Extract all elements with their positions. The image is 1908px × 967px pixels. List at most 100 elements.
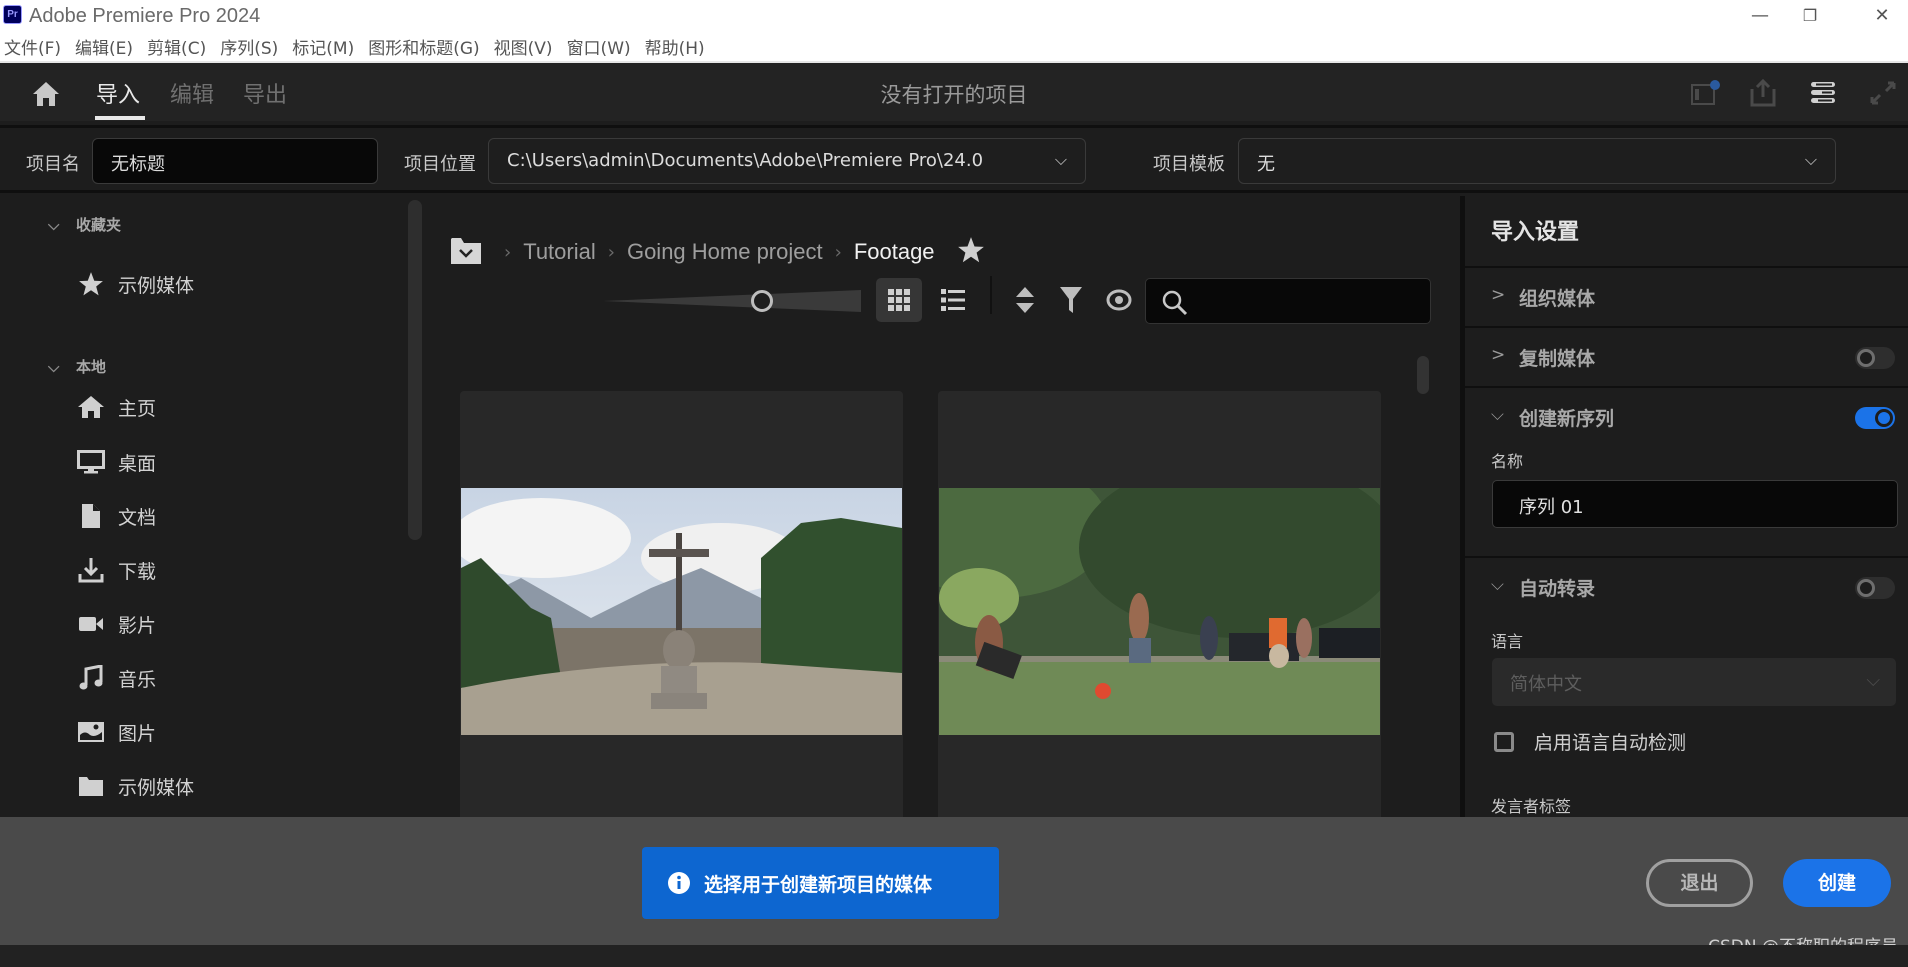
toggle-knob xyxy=(1857,579,1875,597)
breadcrumb-footage[interactable]: Footage xyxy=(854,239,935,265)
media-card-cross[interactable] xyxy=(460,391,903,817)
menu-markers[interactable]: 标记(M) xyxy=(292,34,354,59)
speaker-labels-label: 发言者标签 xyxy=(1491,797,1572,816)
video-camera-icon xyxy=(76,610,106,638)
sidebar-item-sample-media[interactable]: 示例媒体 xyxy=(76,770,194,802)
sidebar-item-label: 示例媒体 xyxy=(118,274,195,297)
menu-help[interactable]: 帮助(H) xyxy=(645,34,705,59)
slider-handle[interactable] xyxy=(751,290,773,312)
close-button[interactable]: ✕ xyxy=(1852,0,1908,32)
create-sequence-toggle[interactable] xyxy=(1855,407,1895,429)
section-organize-media[interactable]: > 组织媒体 xyxy=(1465,266,1908,326)
quick-export-button[interactable] xyxy=(1690,79,1720,107)
sidebar-item-desktop[interactable]: 桌面 xyxy=(76,446,156,478)
folder-dropdown-icon xyxy=(451,238,481,264)
thumbnail-size-slider[interactable] xyxy=(603,284,863,318)
menu-view[interactable]: 视图(V) xyxy=(494,34,553,59)
exit-button[interactable]: 退出 xyxy=(1646,859,1753,907)
menu-file[interactable]: 文件(F) xyxy=(4,34,61,59)
sidebar-item-label: 图片 xyxy=(118,722,157,745)
menu-sequence[interactable]: 序列(S) xyxy=(220,34,278,59)
favorite-star-button[interactable] xyxy=(957,236,985,268)
favorites-section-header[interactable]: ⌵ 收藏夹 xyxy=(48,214,121,235)
project-location-value: C:\Users\admin\Documents\Adobe\Premiere … xyxy=(507,150,984,171)
sort-button[interactable] xyxy=(1002,278,1048,322)
filter-button[interactable] xyxy=(1048,278,1094,322)
sidebar-item-movies[interactable]: 影片 xyxy=(76,608,156,640)
breadcrumb-going-home-project[interactable]: Going Home project xyxy=(627,239,823,265)
section-auto-transcribe: ⌵ 自动转录 语言 简体中文 ⌵ 启用语言自动检测 发言者标签 xyxy=(1465,556,1908,817)
location-sidebar: ⌵ 收藏夹 示例媒体 ⌵ 本地 主页 桌面 文档 下载 影片 音乐 图片 示例媒体 xyxy=(0,196,420,817)
sidebar-item-label: 主页 xyxy=(118,397,157,420)
folder-menu-button[interactable] xyxy=(450,235,482,269)
sort-icon xyxy=(1016,287,1034,313)
chevron-down-icon[interactable]: ⌵ xyxy=(1491,405,1504,425)
chevron-down-icon: ⌵ xyxy=(1054,150,1067,169)
language-dropdown[interactable]: 简体中文 ⌵ xyxy=(1492,658,1896,706)
chevron-right-icon: > xyxy=(1491,285,1506,305)
sidebar-item-downloads[interactable]: 下载 xyxy=(76,554,156,586)
menu-clip[interactable]: 剪辑(C) xyxy=(147,34,206,59)
music-note-icon xyxy=(76,664,106,692)
star-icon xyxy=(76,270,106,298)
sidebar-item-home[interactable]: 主页 xyxy=(76,391,156,423)
project-template-label: 项目模板 xyxy=(1153,154,1225,175)
share-button[interactable] xyxy=(1748,78,1778,107)
menu-graphics[interactable]: 图形和标题(G) xyxy=(368,34,479,59)
footer-bar: 选择用于创建新项目的媒体 退出 创建 CSDN @不称职的程序员 xyxy=(0,817,1908,957)
project-name-input[interactable]: 无标题 xyxy=(92,138,378,184)
browser-scrollbar[interactable] xyxy=(1417,356,1429,394)
sidebar-item-label: 桌面 xyxy=(118,452,157,475)
premiere-logo-icon: Pr xyxy=(3,5,22,24)
info-icon xyxy=(668,872,690,894)
project-name-value: 无标题 xyxy=(111,154,165,175)
local-section-header[interactable]: ⌵ 本地 xyxy=(48,356,106,377)
image-icon xyxy=(76,718,106,746)
auto-detect-language-option[interactable]: 启用语言自动检测 xyxy=(1494,728,1686,755)
fullscreen-button[interactable] xyxy=(1868,79,1898,107)
create-button[interactable]: 创建 xyxy=(1783,859,1891,907)
media-card-soccer[interactable] xyxy=(938,391,1381,817)
project-location-dropdown[interactable]: C:\Users\admin\Documents\Adobe\Premiere … xyxy=(488,138,1086,184)
sidebar-item-documents[interactable]: 文档 xyxy=(76,500,156,532)
active-tab-indicator xyxy=(95,116,145,120)
share-icon xyxy=(1750,78,1776,107)
section-label: 复制媒体 xyxy=(1519,348,1596,370)
breadcrumb-tutorial[interactable]: Tutorial xyxy=(523,239,596,265)
breadcrumb: › Tutorial › Going Home project › Footag… xyxy=(450,232,985,272)
eye-icon xyxy=(1106,289,1132,311)
sequence-name-value: 序列 01 xyxy=(1519,497,1584,518)
folder-icon xyxy=(76,772,106,800)
menu-edit[interactable]: 编辑(E) xyxy=(75,34,133,59)
grid-view-button[interactable] xyxy=(876,278,922,322)
restore-button[interactable]: ❐ xyxy=(1780,0,1840,32)
copy-media-toggle[interactable] xyxy=(1855,347,1895,369)
sequence-name-input[interactable]: 序列 01 xyxy=(1492,480,1898,528)
toggle-knob xyxy=(1857,349,1875,367)
project-template-dropdown[interactable]: 无 ⌵ xyxy=(1238,138,1836,184)
media-browser: › Tutorial › Going Home project › Footag… xyxy=(425,196,1460,817)
menu-window[interactable]: 窗口(W) xyxy=(567,34,631,59)
sequence-name-label: 名称 xyxy=(1491,452,1524,471)
section-copy-media[interactable]: > 复制媒体 xyxy=(1465,326,1908,386)
sidebar-item-sample-media-favorite[interactable]: 示例媒体 xyxy=(76,268,194,300)
sidebar-item-music[interactable]: 音乐 xyxy=(76,662,156,694)
document-icon xyxy=(76,502,106,530)
fullscreen-icon xyxy=(1870,81,1896,105)
auto-transcribe-toggle[interactable] xyxy=(1855,577,1895,599)
view-options-button[interactable] xyxy=(1096,278,1142,322)
sidebar-scrollbar[interactable] xyxy=(408,200,422,540)
project-status-title: 没有打开的项目 xyxy=(880,83,1028,107)
workspaces-button[interactable] xyxy=(1808,79,1838,107)
list-view-icon xyxy=(941,289,965,311)
language-value: 简体中文 xyxy=(1510,674,1582,695)
auto-detect-checkbox[interactable] xyxy=(1494,731,1514,752)
sidebar-item-pictures[interactable]: 图片 xyxy=(76,716,156,748)
chevron-down-icon[interactable]: ⌵ xyxy=(1491,575,1504,595)
sidebar-item-label: 下载 xyxy=(118,560,157,583)
sidebar-item-label: 影片 xyxy=(118,614,157,637)
bottom-strip xyxy=(0,945,1908,967)
local-header-label: 本地 xyxy=(76,358,107,376)
list-view-button[interactable] xyxy=(930,278,976,322)
search-input[interactable] xyxy=(1145,278,1431,324)
